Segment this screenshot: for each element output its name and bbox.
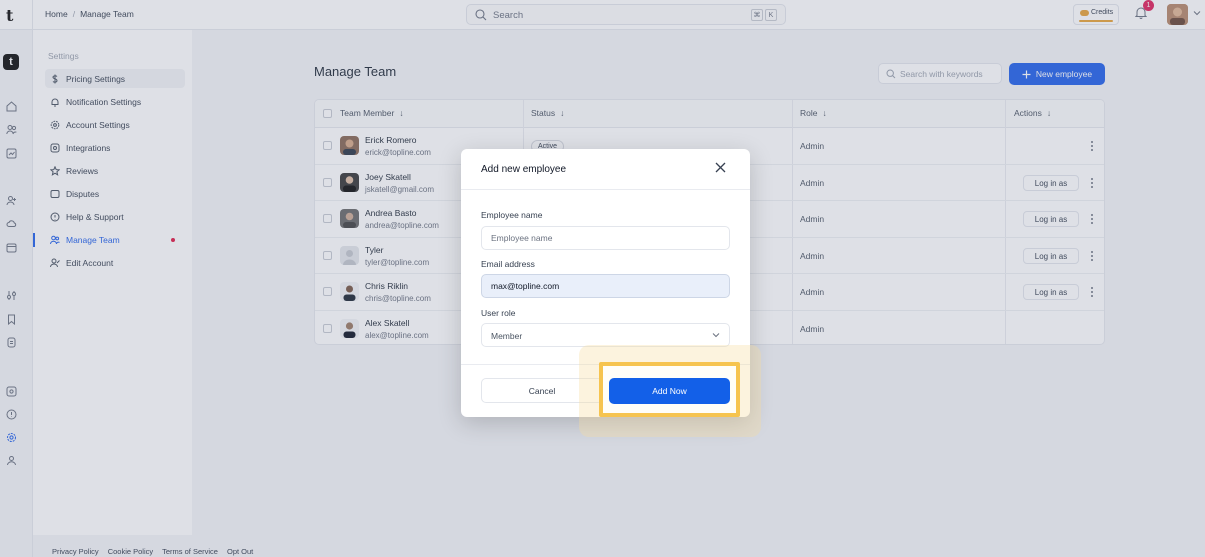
user-role-value: Member — [491, 331, 523, 341]
close-icon[interactable] — [715, 162, 726, 173]
dialog-title: Add new employee — [481, 164, 567, 175]
chevron-down-icon — [712, 332, 720, 338]
dialog-divider — [461, 189, 750, 190]
user-role-label: User role — [481, 308, 516, 318]
add-now-button[interactable]: Add Now — [609, 378, 730, 404]
employee-name-label: Employee name — [481, 210, 543, 220]
email-field[interactable]: max@topline.com — [481, 274, 730, 298]
employee-name-field[interactable]: Employee name — [481, 226, 730, 250]
user-role-select[interactable]: Member — [481, 323, 730, 347]
email-label: Email address — [481, 259, 535, 269]
